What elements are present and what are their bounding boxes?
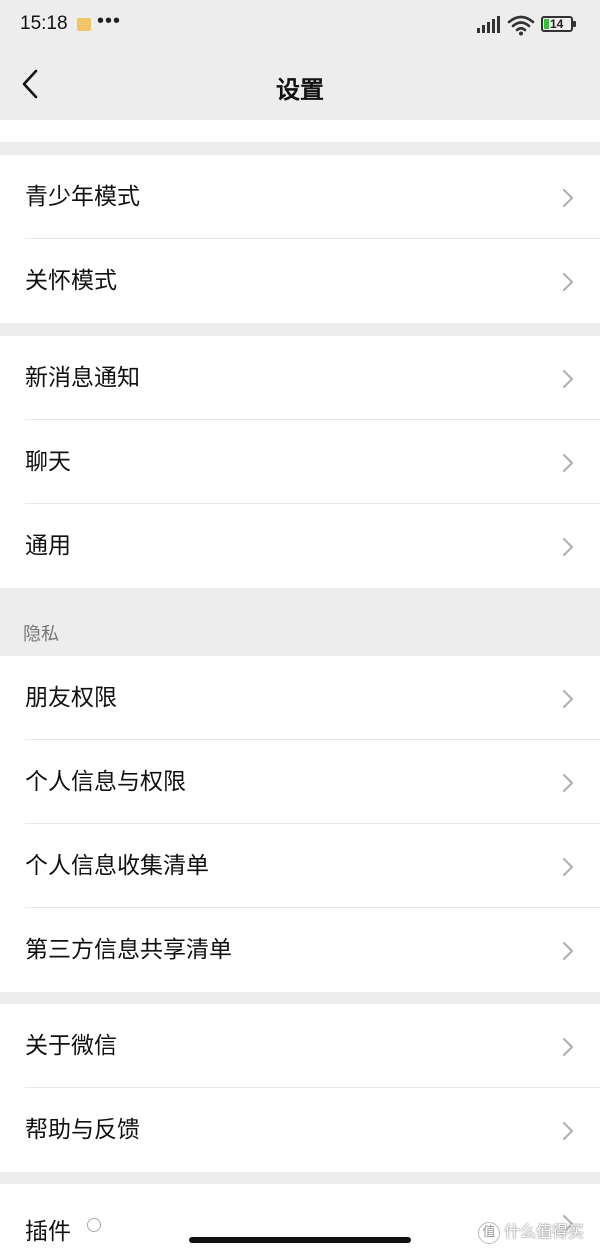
chevron-right-icon [562, 272, 574, 292]
settings-row-notifications[interactable]: 新消息通知 [0, 336, 600, 420]
section-header-privacy: 隐私 [23, 624, 59, 645]
settings-section-privacy: 朋友权限 个人信息与权限 个人信息收集清单 第三方信息共享清单 [0, 656, 600, 992]
chevron-right-icon [562, 188, 574, 208]
home-indicator[interactable] [189, 1237, 411, 1243]
chevron-right-icon [562, 941, 574, 961]
settings-row-teen-mode[interactable]: 青少年模式 [0, 155, 600, 239]
row-label: 个人信息与权限 [25, 769, 186, 795]
row-label: 个人信息收集清单 [25, 853, 209, 879]
row-label: 青少年模式 [25, 184, 140, 210]
battery-icon: 14 [541, 16, 576, 32]
row-label: 朋友权限 [25, 685, 117, 711]
scrolled-section-edge [0, 120, 600, 142]
settings-section-general: 新消息通知 聊天 通用 [0, 336, 600, 588]
watermark-text: 什么值得买 [504, 1222, 585, 1241]
settings-row-personal-info-permissions[interactable]: 个人信息与权限 [0, 740, 600, 824]
plugin-status-icon [87, 1218, 101, 1232]
settings-row-friend-permissions[interactable]: 朋友权限 [0, 656, 600, 740]
battery-level: 14 [550, 17, 564, 31]
settings-row-chat[interactable]: 聊天 [0, 420, 600, 504]
chevron-right-icon [562, 857, 574, 877]
row-label: 聊天 [25, 449, 71, 475]
page-title: 设置 [276, 76, 324, 104]
status-time: 15:18 [20, 13, 68, 34]
note-icon [77, 18, 91, 31]
settings-section-modes: 青少年模式 关怀模式 [0, 155, 600, 323]
settings-row-general[interactable]: 通用 [0, 504, 600, 588]
row-label: 通用 [25, 533, 71, 559]
row-label: 帮助与反馈 [25, 1117, 140, 1143]
row-label: 关于微信 [25, 1033, 117, 1059]
watermark-logo: 值 [478, 1221, 500, 1244]
settings-row-third-party-sharing[interactable]: 第三方信息共享清单 [0, 908, 600, 992]
battery-fill [544, 19, 549, 29]
chevron-right-icon [562, 1037, 574, 1057]
chevron-right-icon [562, 369, 574, 389]
signal-icon [477, 16, 500, 33]
row-label: 新消息通知 [25, 365, 140, 391]
settings-row-personal-info-collection[interactable]: 个人信息收集清单 [0, 824, 600, 908]
settings-row-help-feedback[interactable]: 帮助与反馈 [0, 1088, 600, 1172]
nav-bar: 设置 [0, 50, 600, 120]
chevron-right-icon [562, 773, 574, 793]
chevron-right-icon [562, 537, 574, 557]
settings-row-care-mode[interactable]: 关怀模式 [0, 239, 600, 323]
settings-row-plugins[interactable]: 插件 [25, 1212, 71, 1246]
settings-row-about-wechat[interactable]: 关于微信 [0, 1004, 600, 1088]
settings-section-about: 关于微信 帮助与反馈 [0, 1004, 600, 1172]
more-notifications-icon: ••• [97, 10, 122, 32]
wifi-icon [507, 15, 535, 36]
chevron-right-icon [562, 1121, 574, 1141]
row-label: 第三方信息共享清单 [25, 937, 232, 963]
status-bar: 15:18 ••• 14 [0, 0, 600, 50]
watermark: 值什么值得买 [478, 1218, 584, 1244]
chevron-right-icon [562, 689, 574, 709]
settings-screen: 15:18 ••• 14 设置 青少年模式 关怀模式 新消息通知 聊天 通用 隐… [0, 0, 600, 1250]
chevron-right-icon [562, 453, 574, 473]
row-label: 关怀模式 [25, 268, 117, 294]
